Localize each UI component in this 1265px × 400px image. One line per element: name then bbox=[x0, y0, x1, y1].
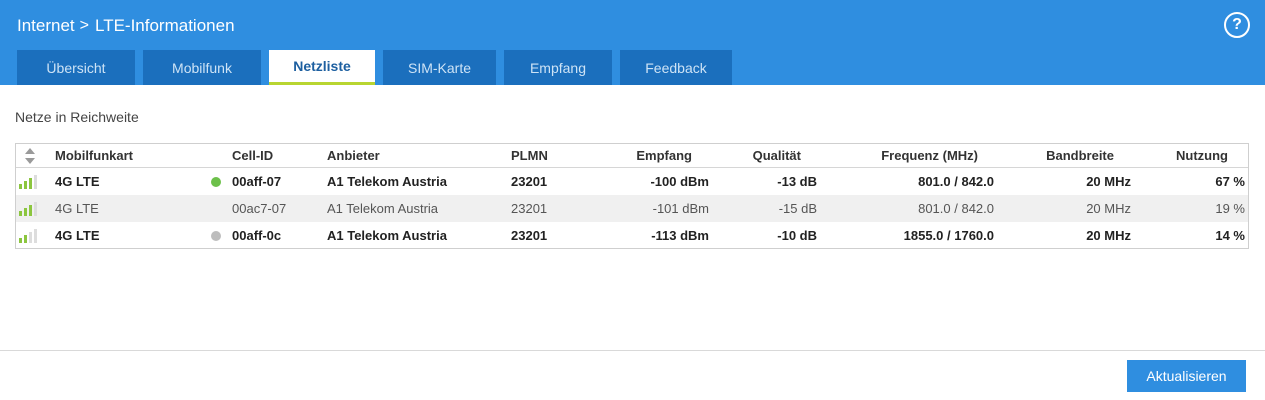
cell-nutzung: 14 % bbox=[1215, 228, 1245, 243]
cell-nutzung: 19 % bbox=[1215, 201, 1245, 216]
breadcrumb-item-lte-informationen: LTE-Informationen bbox=[95, 16, 235, 35]
tab-empfang[interactable]: Empfang bbox=[504, 50, 612, 85]
breadcrumb-separator: > bbox=[79, 17, 89, 34]
status-dot-icon bbox=[211, 176, 221, 187]
column-header-nutzung[interactable]: Nutzung bbox=[1166, 144, 1228, 167]
cell-bandbreite: 20 MHz bbox=[1086, 228, 1131, 243]
cell-qualitaet: -15 dB bbox=[778, 201, 817, 216]
column-header-mobilfunkart[interactable]: Mobilfunkart bbox=[55, 144, 205, 167]
sort-icon[interactable] bbox=[23, 147, 37, 165]
cell-plmn: 23201 bbox=[511, 228, 548, 243]
cell-mobilfunkart: 4G LTE bbox=[55, 228, 100, 243]
cell-cell-id: 00ac7-07 bbox=[232, 201, 287, 216]
help-icon[interactable]: ? bbox=[1224, 12, 1250, 38]
table-row[interactable]: 4G LTE 00aff-0c A1 Telekom Austria 23201… bbox=[16, 222, 1248, 249]
cell-cell-id: 00aff-0c bbox=[232, 228, 282, 243]
footer-divider bbox=[0, 350, 1265, 351]
tab-sim-karte[interactable]: SIM-Karte bbox=[383, 50, 496, 85]
signal-bars-icon bbox=[19, 174, 39, 189]
signal-bars-icon bbox=[19, 201, 39, 216]
column-header-plmn[interactable]: PLMN bbox=[511, 144, 581, 167]
refresh-button[interactable]: Aktualisieren bbox=[1127, 360, 1246, 392]
cell-mobilfunkart: 4G LTE bbox=[55, 201, 99, 216]
column-header-empfang[interactable]: Empfang bbox=[610, 144, 692, 167]
column-header-bandbreite[interactable]: Bandbreite bbox=[1026, 144, 1114, 167]
table-row[interactable]: 4G LTE 00ac7-07 A1 Telekom Austria 23201… bbox=[16, 195, 1248, 222]
table-header: Mobilfunkart Cell-ID Anbieter PLMN Empfa… bbox=[16, 144, 1248, 168]
table-row[interactable]: 4G LTE 00aff-07 A1 Telekom Austria 23201… bbox=[16, 168, 1248, 195]
tab-feedback[interactable]: Feedback bbox=[620, 50, 732, 85]
cell-bandbreite: 20 MHz bbox=[1086, 201, 1131, 216]
breadcrumb-item-internet[interactable]: Internet bbox=[17, 16, 75, 36]
cell-anbieter: A1 Telekom Austria bbox=[327, 228, 447, 243]
status-dot-icon bbox=[211, 230, 221, 241]
column-header-qualitaet[interactable]: Qualität bbox=[736, 144, 801, 167]
column-header-frequenz[interactable]: Frequenz (MHz) bbox=[856, 144, 978, 167]
tab-mobilfunk[interactable]: Mobilfunk bbox=[143, 50, 261, 85]
breadcrumb: Internet > LTE-Informationen bbox=[17, 16, 235, 36]
column-header-cell-id[interactable]: Cell-ID bbox=[232, 144, 322, 167]
cell-plmn: 23201 bbox=[511, 201, 548, 216]
column-header-anbieter[interactable]: Anbieter bbox=[327, 144, 507, 167]
cell-anbieter: A1 Telekom Austria bbox=[327, 201, 439, 216]
cell-qualitaet: -13 dB bbox=[777, 174, 817, 189]
network-table: Mobilfunkart Cell-ID Anbieter PLMN Empfa… bbox=[15, 143, 1249, 249]
section-title: Netze in Reichweite bbox=[15, 109, 139, 125]
top-bar: Internet > LTE-Informationen ? Übersicht… bbox=[0, 0, 1265, 85]
cell-bandbreite: 20 MHz bbox=[1086, 174, 1131, 189]
cell-frequenz: 801.0 / 842.0 bbox=[918, 174, 994, 189]
cell-qualitaet: -10 dB bbox=[777, 228, 817, 243]
cell-frequenz: 801.0 / 842.0 bbox=[918, 201, 994, 216]
tab-bar: Übersicht Mobilfunk Netzliste SIM-Karte … bbox=[17, 50, 740, 85]
cell-plmn: 23201 bbox=[511, 174, 548, 189]
cell-mobilfunkart: 4G LTE bbox=[55, 174, 100, 189]
tab-uebersicht[interactable]: Übersicht bbox=[17, 50, 135, 85]
cell-nutzung: 67 % bbox=[1215, 174, 1245, 189]
cell-anbieter: A1 Telekom Austria bbox=[327, 174, 447, 189]
signal-bars-icon bbox=[19, 228, 39, 243]
cell-cell-id: 00aff-07 bbox=[232, 174, 282, 189]
cell-frequenz: 1855.0 / 1760.0 bbox=[903, 228, 994, 243]
cell-empfang: -113 dBm bbox=[651, 228, 709, 243]
cell-empfang: -101 dBm bbox=[652, 201, 709, 216]
cell-empfang: -100 dBm bbox=[650, 174, 709, 189]
tab-netzliste[interactable]: Netzliste bbox=[269, 50, 375, 85]
